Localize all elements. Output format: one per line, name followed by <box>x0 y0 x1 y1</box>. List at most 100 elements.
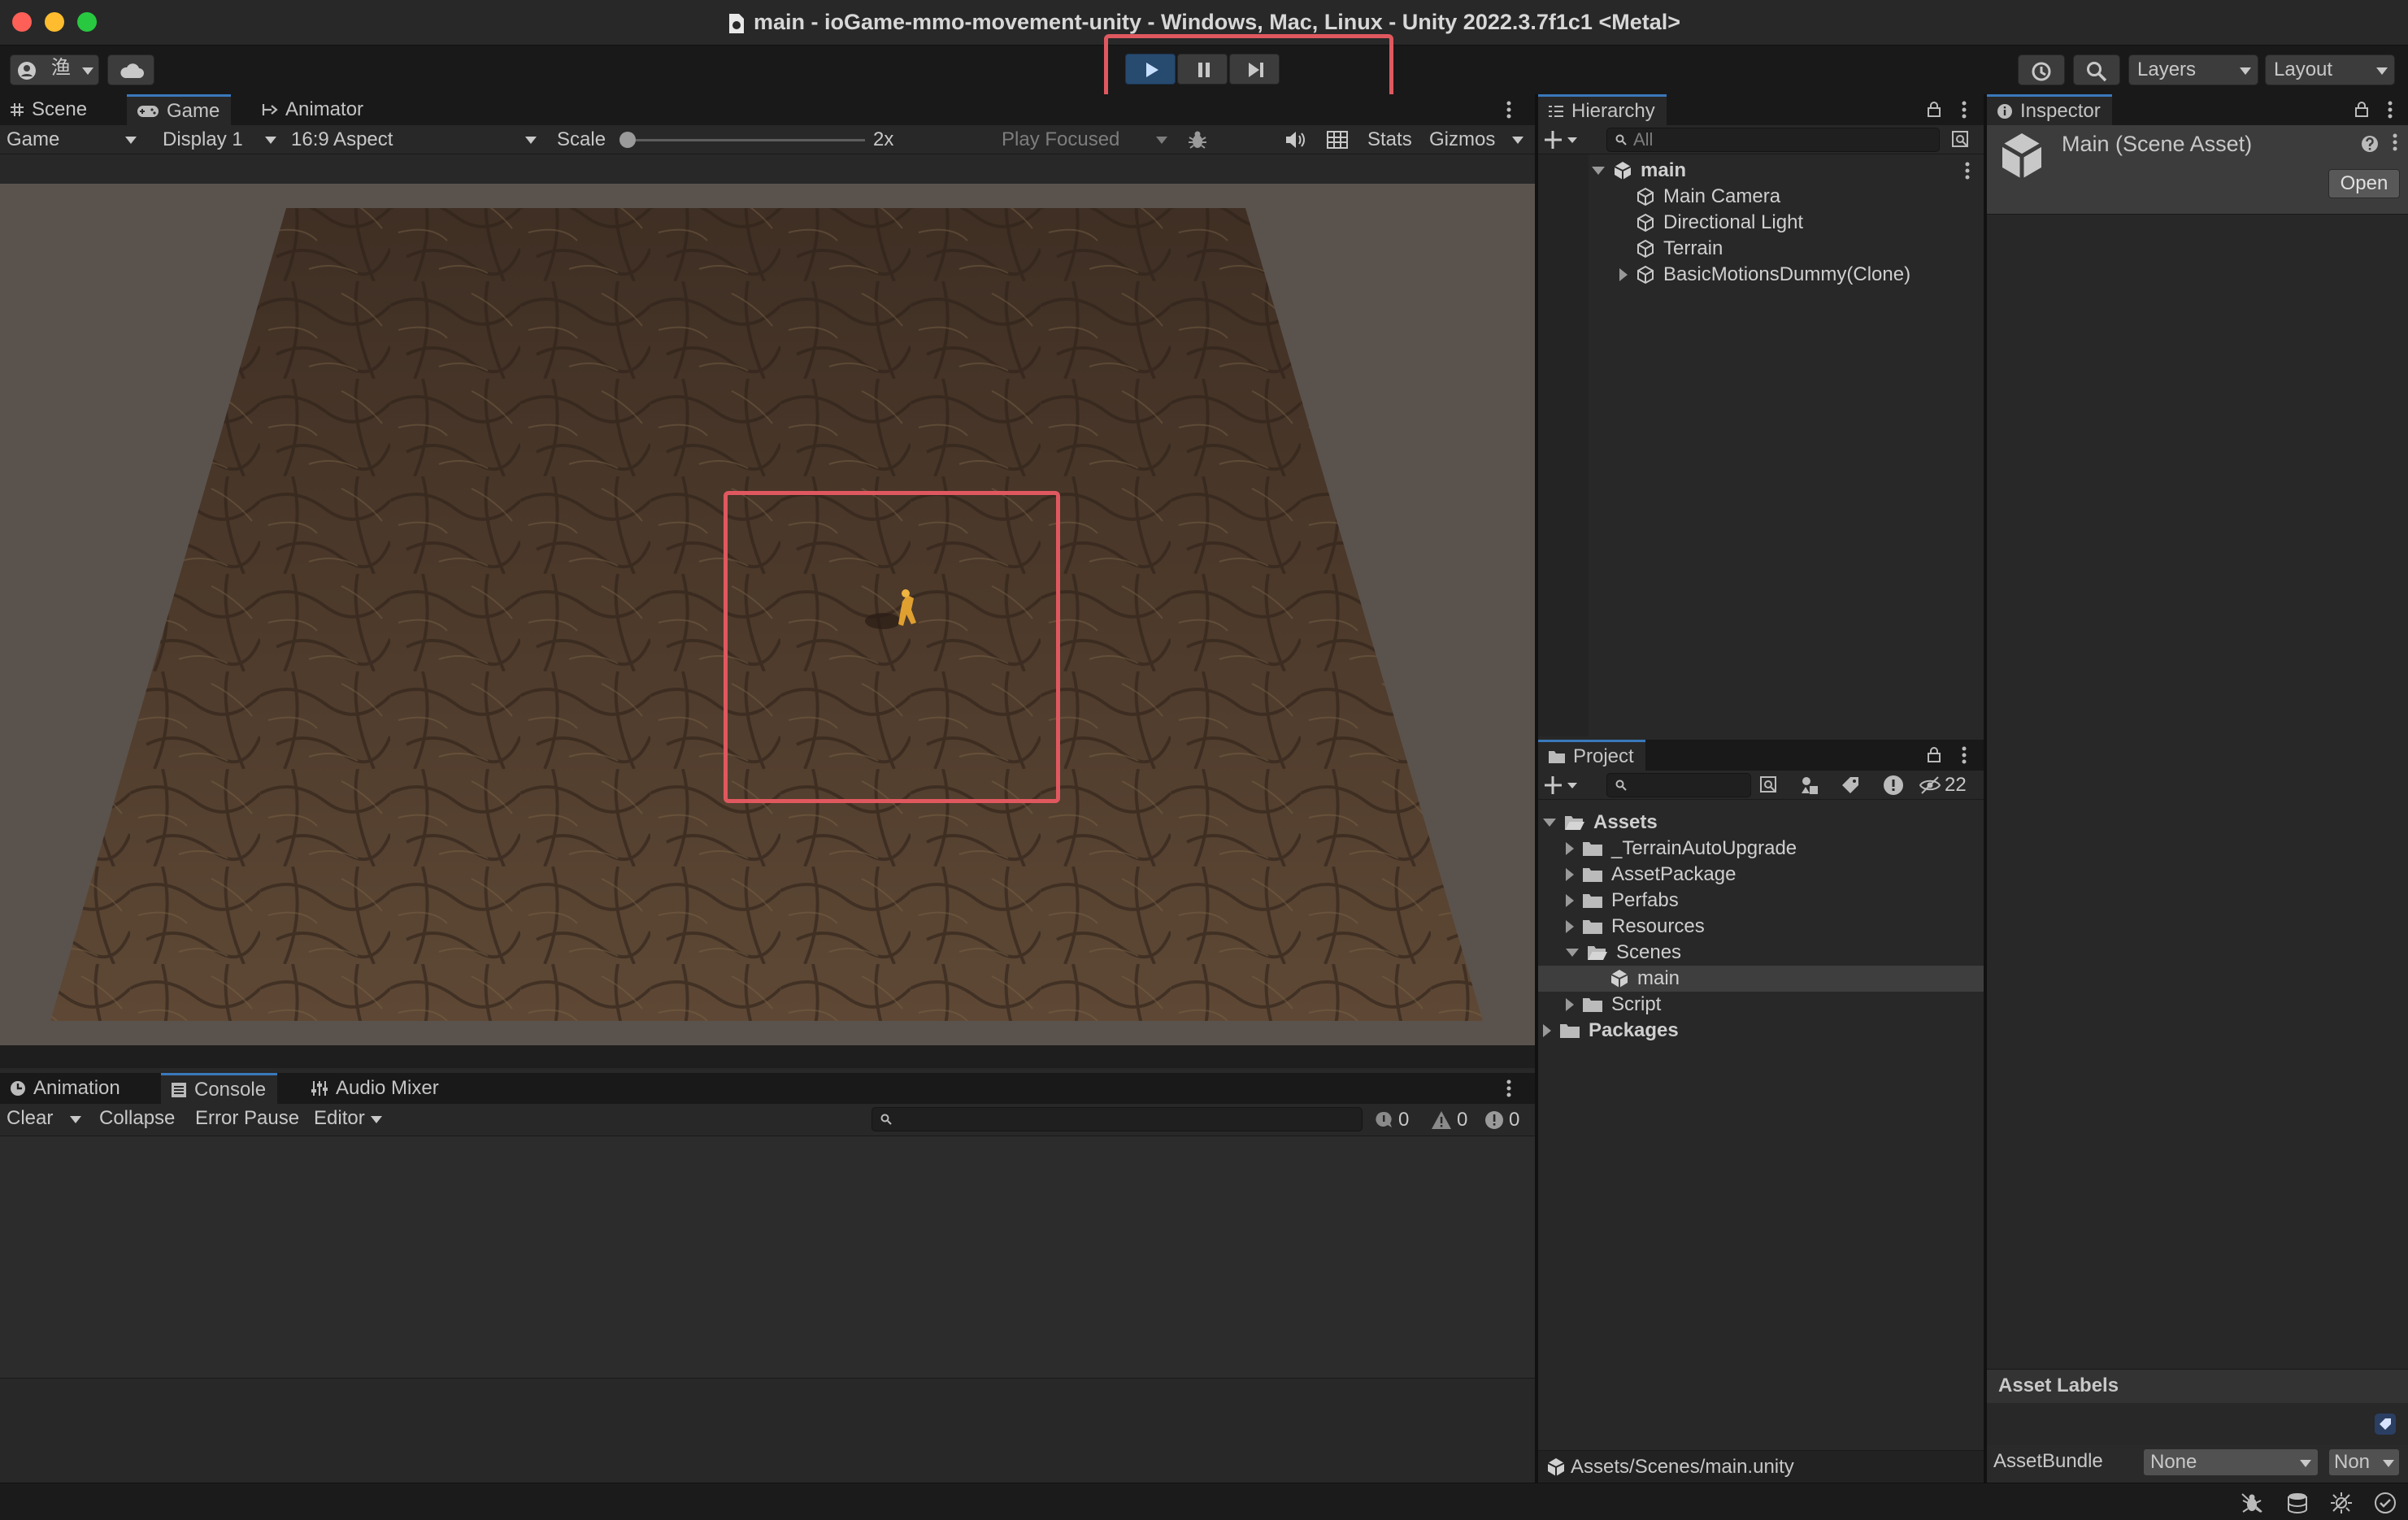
hierarchy-item[interactable]: BasicMotionsDummy(Clone) <box>1538 262 1984 288</box>
hierarchy-search-input[interactable]: All <box>1606 128 1940 152</box>
tab-hierarchy-label: Hierarchy <box>1571 99 1655 122</box>
tab-project[interactable]: Project <box>1538 740 1645 771</box>
lock-icon[interactable] <box>1927 746 1941 762</box>
more-options-icon[interactable] <box>2392 133 2398 151</box>
hierarchy-item[interactable]: Main Camera <box>1538 184 1984 210</box>
hierarchy-item-label: BasicMotionsDummy(Clone) <box>1663 263 1911 285</box>
tab-scene[interactable]: Scene <box>0 94 98 125</box>
play-focused-dropdown[interactable]: Play Focused <box>995 125 1172 154</box>
project-folder[interactable]: AssetPackage <box>1538 862 1984 888</box>
game-view-dropdown[interactable]: Game <box>0 125 145 154</box>
error-count: 0 <box>1509 1109 1520 1131</box>
project-asset-selected[interactable]: main <box>1538 966 1984 992</box>
project-folder[interactable]: Resources <box>1538 914 1984 940</box>
editor-dropdown[interactable]: Editor <box>311 1104 389 1135</box>
history-button[interactable] <box>2018 54 2065 85</box>
history-icon <box>2031 61 2052 82</box>
more-options-icon[interactable] <box>1506 101 1512 119</box>
lock-icon[interactable] <box>2354 101 2369 117</box>
help-icon[interactable] <box>2361 135 2379 153</box>
tab-inspector[interactable]: Inspector <box>1987 94 2112 125</box>
account-dropdown[interactable]: 渔 <box>10 54 99 85</box>
lock-icon[interactable] <box>1927 101 1941 117</box>
expand-arrow-icon[interactable] <box>1566 920 1574 933</box>
expand-arrow-icon[interactable] <box>1619 268 1628 281</box>
hierarchy-item[interactable]: Terrain <box>1538 236 1984 262</box>
game-viewport[interactable] <box>0 184 1535 1045</box>
display-dropdown[interactable]: Display 1 <box>154 125 281 154</box>
aspect-dropdown[interactable]: 16:9 Aspect <box>286 125 543 154</box>
project-folder[interactable]: Scenes <box>1538 940 1984 966</box>
bug-icon[interactable] <box>1187 129 1208 150</box>
expand-arrow-icon[interactable] <box>1592 167 1605 175</box>
display-dropdown-label: Display 1 <box>163 128 243 150</box>
scale-slider[interactable] <box>621 139 865 141</box>
tab-hierarchy[interactable]: Hierarchy <box>1538 94 1667 125</box>
layers-dropdown[interactable]: Layers <box>2128 54 2258 85</box>
debug-mode-icon[interactable] <box>2241 1492 2263 1514</box>
hierarchy-scene-row[interactable]: main <box>1538 158 1984 184</box>
search-by-type-icon[interactable] <box>1800 775 1819 795</box>
project-folder[interactable]: Script <box>1538 992 1984 1018</box>
scene-search-icon[interactable] <box>1951 130 1971 150</box>
project-folder[interactable]: Perfabs <box>1538 888 1984 914</box>
cache-server-icon[interactable] <box>2286 1492 2309 1514</box>
add-label-icon[interactable] <box>2374 1413 2397 1435</box>
tab-animator[interactable]: Animator <box>252 94 375 125</box>
search-button[interactable] <box>2073 54 2120 85</box>
search-by-scene-icon[interactable] <box>1759 775 1779 795</box>
search-log-icon[interactable] <box>1883 775 1904 796</box>
folder-icon <box>1559 1022 1580 1040</box>
clear-dropdown[interactable]: Clear <box>0 1104 88 1135</box>
more-options-icon[interactable] <box>2387 101 2393 119</box>
assetbundle-variant-dropdown[interactable]: Non <box>2328 1448 2400 1476</box>
console-log-area[interactable] <box>0 1136 1535 1379</box>
more-options-icon[interactable] <box>1961 101 1967 119</box>
more-options-icon[interactable] <box>1961 746 1967 764</box>
expand-arrow-icon[interactable] <box>1566 842 1574 855</box>
error-pause-button[interactable]: Error Pause <box>195 1104 299 1133</box>
gizmos-dropdown[interactable]: Gizmos <box>1428 125 1533 154</box>
grid-toggle-icon[interactable] <box>1327 131 1348 149</box>
project-root-packages[interactable]: Packages <box>1538 1018 1984 1044</box>
auto-generate-lighting-icon[interactable] <box>2330 1492 2353 1514</box>
inspector-tabstrip: Inspector <box>1987 94 2408 125</box>
scale-slider-handle[interactable] <box>619 132 636 148</box>
expand-arrow-icon[interactable] <box>1543 1024 1551 1037</box>
open-button[interactable]: Open <box>2328 169 2400 198</box>
console-search-input[interactable] <box>871 1107 1363 1131</box>
project-root-assets[interactable]: Assets <box>1538 810 1984 836</box>
project-search-input[interactable] <box>1606 773 1751 797</box>
add-dropdown-button[interactable] <box>1545 775 1580 796</box>
folder-icon <box>1548 749 1566 764</box>
more-options-icon[interactable] <box>1506 1079 1512 1097</box>
chevron-down-icon <box>265 137 276 144</box>
search-by-label-icon[interactable] <box>1841 775 1860 795</box>
expand-arrow-icon[interactable] <box>1566 949 1579 957</box>
tab-animation[interactable]: Animation <box>0 1073 132 1104</box>
scale-value: 2x <box>873 128 894 150</box>
stats-button[interactable]: Stats <box>1367 125 1412 154</box>
hierarchy-item[interactable]: Directional Light <box>1538 210 1984 236</box>
game-view-toolbar: Game Display 1 16:9 Aspect Scale 2x Play… <box>0 125 1535 154</box>
tab-console[interactable]: Console <box>161 1073 278 1104</box>
open-button-label: Open <box>2340 172 2388 194</box>
hidden-packages-icon[interactable] <box>1919 775 1941 795</box>
console-detail-area[interactable] <box>0 1379 1535 1483</box>
assetbundle-dropdown[interactable]: None <box>2143 1448 2319 1476</box>
tab-audio-mixer[interactable]: Audio Mixer <box>301 1073 450 1104</box>
project-folder[interactable]: _TerrainAutoUpgrade <box>1538 836 1984 862</box>
check-circle-icon[interactable] <box>2374 1492 2397 1514</box>
expand-arrow-icon[interactable] <box>1543 819 1556 827</box>
expand-arrow-icon[interactable] <box>1566 868 1574 881</box>
expand-arrow-icon[interactable] <box>1566 894 1574 907</box>
cloud-button[interactable] <box>107 54 154 85</box>
mute-audio-icon[interactable] <box>1284 130 1306 150</box>
add-dropdown-button[interactable] <box>1545 129 1580 150</box>
console-icon <box>171 1082 187 1098</box>
more-options-icon[interactable] <box>1964 162 1971 180</box>
tab-game[interactable]: Game <box>127 94 232 125</box>
layout-dropdown[interactable]: Layout <box>2265 54 2395 85</box>
expand-arrow-icon[interactable] <box>1566 998 1574 1011</box>
collapse-button[interactable]: Collapse <box>99 1104 175 1133</box>
